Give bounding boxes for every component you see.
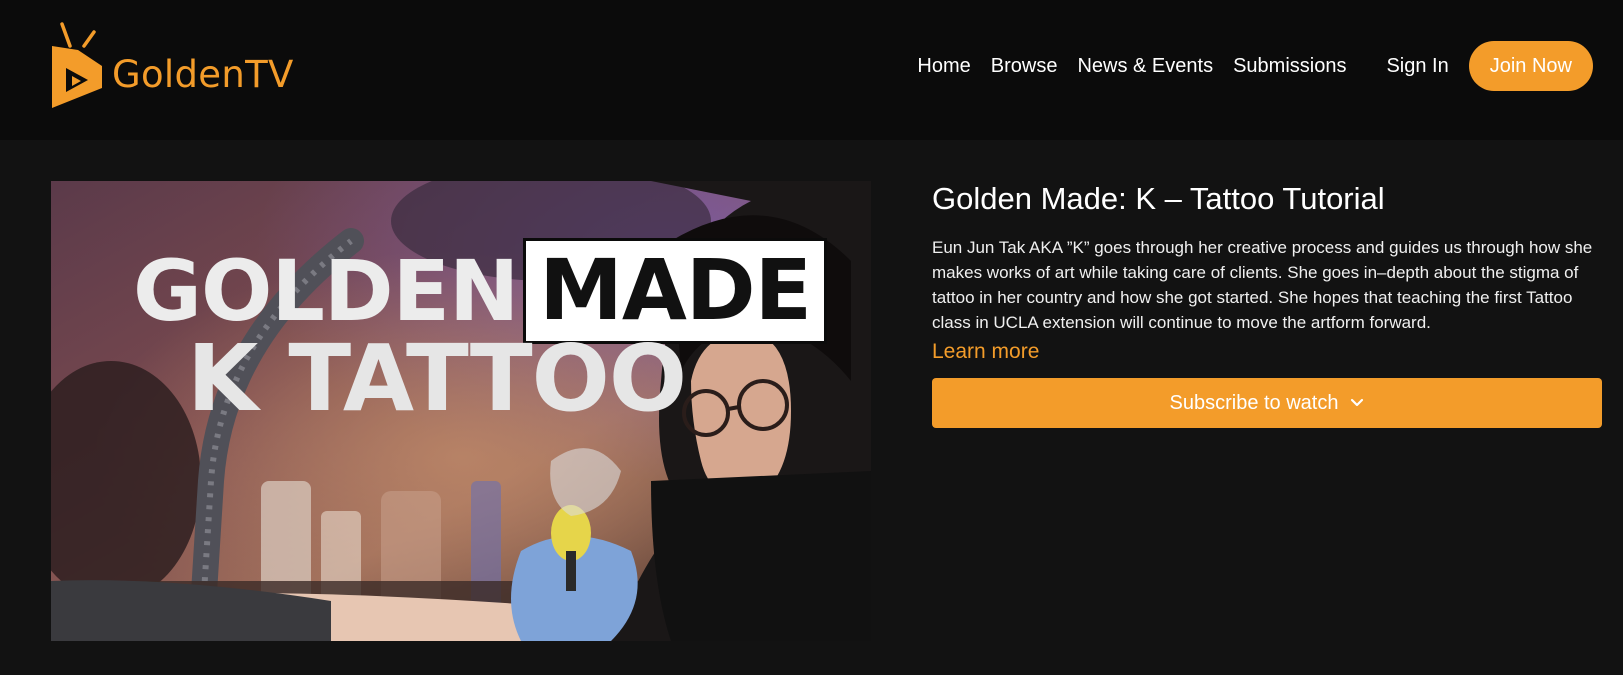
chevron-down-icon (1351, 398, 1364, 407)
video-thumbnail[interactable]: GOLDEN MADE K TATTOO (51, 181, 871, 641)
subscribe-to-watch-button[interactable]: Subscribe to watch (932, 378, 1602, 428)
site-header: GoldenTV Home Browse News & Events Submi… (0, 0, 1623, 140)
logo-link[interactable]: GoldenTV (50, 22, 294, 112)
join-now-button[interactable]: Join Now (1468, 41, 1593, 91)
subscribe-label: Subscribe to watch (1169, 391, 1339, 414)
learn-more-link[interactable]: Learn more (932, 340, 1039, 364)
video-info: Golden Made: K – Tattoo Tutorial Eun Jun… (932, 181, 1602, 428)
nav-browse[interactable]: Browse (991, 55, 1058, 78)
sign-in-link[interactable]: Sign In (1386, 55, 1448, 78)
thumbnail-word-golden: GOLDEN (133, 242, 519, 340)
tv-play-icon (52, 22, 102, 108)
thumbnail-subtitle: K TATTOO (187, 325, 687, 432)
nav-submissions[interactable]: Submissions (1233, 55, 1346, 78)
video-description: Eun Jun Tak AKA ”K” goes through her cre… (932, 238, 1593, 332)
nav-news-events[interactable]: News & Events (1077, 55, 1213, 78)
video-title: Golden Made: K – Tattoo Tutorial (932, 181, 1385, 216)
nav-home[interactable]: Home (917, 55, 970, 78)
main-nav: Home Browse News & Events Submissions Si… (917, 41, 1593, 91)
logo-text: GoldenTV (112, 52, 294, 96)
